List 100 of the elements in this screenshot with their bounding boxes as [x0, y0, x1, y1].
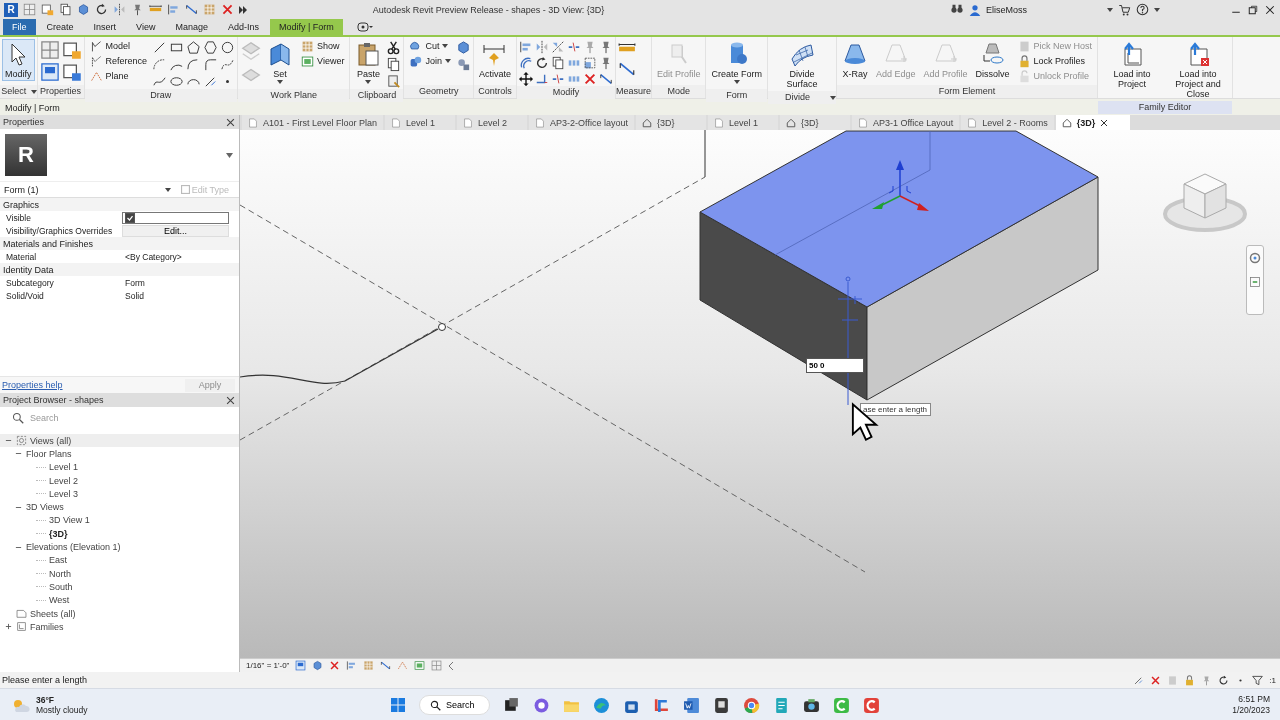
copy-icon[interactable] — [59, 3, 72, 16]
edit-button[interactable]: Edit... — [122, 224, 229, 237]
tool-button[interactable]: Model — [86, 39, 151, 53]
document-tab[interactable]: Level 1 — [707, 115, 778, 130]
window-icon[interactable] — [39, 62, 60, 82]
table-icon[interactable] — [23, 3, 36, 16]
copy-icon[interactable] — [386, 57, 402, 72]
circle-icon[interactable] — [220, 40, 236, 55]
close-icon[interactable] — [1264, 3, 1276, 16]
rotate-icon[interactable] — [1218, 674, 1230, 686]
rotate-icon[interactable] — [534, 56, 549, 70]
trim-icon[interactable] — [534, 72, 549, 86]
restore-icon[interactable] — [1247, 3, 1259, 16]
scroll-left-icon[interactable] — [448, 661, 455, 670]
ribbon-tab[interactable]: Create — [37, 19, 83, 35]
more-icon[interactable] — [239, 5, 247, 14]
binoculars-icon[interactable] — [950, 3, 964, 16]
fillet-arc-icon[interactable] — [203, 57, 219, 72]
tree-item[interactable]: Families — [30, 621, 64, 632]
polygon-icon[interactable] — [186, 40, 202, 55]
dimension-icon[interactable] — [380, 660, 392, 671]
tool-button[interactable]: X-Ray — [839, 39, 871, 81]
chat-icon[interactable] — [532, 696, 550, 714]
tree-item[interactable]: Floor Plans — [26, 448, 72, 459]
polygon-icon[interactable] — [203, 40, 219, 55]
tree-item[interactable]: Sheets (all) — [30, 608, 76, 619]
ribbon-tab[interactable]: File — [3, 19, 36, 35]
filter-icon[interactable] — [1252, 674, 1264, 686]
tool-button[interactable]: Create Form — [708, 39, 765, 89]
tree-item[interactable]: Level 1 — [49, 462, 79, 473]
split-icon[interactable] — [550, 72, 565, 86]
document-tab[interactable]: A101 - First Level Floor Plan — [242, 115, 384, 130]
mirror-icon[interactable] — [550, 40, 565, 54]
ribbon-tab[interactable]: Modify | Form — [269, 19, 343, 35]
view-switch-icon[interactable] — [356, 22, 373, 32]
document-tab[interactable]: {3D} — [779, 115, 850, 130]
tool-button[interactable]: Cut — [406, 39, 454, 53]
tool-button[interactable]: Modify — [2, 39, 35, 81]
close-icon[interactable] — [226, 395, 235, 405]
view-scale[interactable]: 1/16" = 1'-0" — [246, 661, 290, 670]
delete-icon[interactable] — [1150, 674, 1162, 686]
length-input[interactable]: 50 0 — [806, 358, 864, 373]
close-icon[interactable] — [226, 117, 235, 127]
help-icon[interactable] — [1136, 3, 1149, 16]
app-icon[interactable] — [712, 696, 730, 714]
tree-item[interactable]: Level 3 — [49, 488, 79, 499]
browser-icon[interactable] — [592, 696, 610, 714]
tool-button[interactable]: Activate — [475, 39, 514, 81]
scissors-icon[interactable] — [386, 40, 402, 55]
expand-icon[interactable] — [5, 623, 12, 631]
tree-item[interactable]: 3D View 1 — [49, 515, 90, 526]
zoom-icon[interactable] — [1249, 276, 1261, 288]
help-link[interactable]: Properties help — [2, 380, 63, 390]
ribbon-tab[interactable]: Add-Ins — [218, 19, 268, 35]
camera-app-icon[interactable] — [802, 696, 820, 714]
search-field[interactable]: Search — [30, 413, 180, 423]
search-button[interactable]: Search — [419, 695, 490, 715]
tool-button[interactable]: Paste — [352, 39, 385, 89]
steering-wheel-icon[interactable] — [1249, 252, 1261, 264]
split-icon[interactable] — [566, 40, 581, 54]
ribbon-tab[interactable]: Insert — [84, 19, 126, 35]
dimension-icon[interactable] — [598, 72, 613, 86]
dropdown-icon[interactable] — [226, 152, 233, 158]
tool-button[interactable]: Reference — [86, 54, 151, 68]
ellipse-icon[interactable] — [169, 74, 185, 89]
lock-icon[interactable] — [1184, 674, 1196, 686]
chrome-icon[interactable] — [742, 696, 760, 714]
tool-button[interactable]: Plane — [86, 69, 151, 83]
document-tab[interactable]: AP3-2-Office layout — [529, 115, 634, 130]
mirror-icon[interactable] — [113, 3, 126, 16]
delete-icon[interactable] — [582, 72, 597, 86]
cart-icon[interactable] — [1118, 3, 1131, 16]
rotate-icon[interactable] — [95, 3, 108, 16]
tree-item[interactable]: East — [49, 555, 67, 566]
document-tab[interactable]: {3D} — [1055, 115, 1130, 130]
ribbon-tab[interactable]: View — [127, 19, 165, 35]
tree-item[interactable]: {3D} — [49, 528, 68, 539]
tool-button[interactable]: Set — [264, 39, 297, 89]
dimension-icon[interactable] — [185, 3, 198, 16]
copy-icon[interactable] — [550, 56, 565, 70]
windows-logo-icon[interactable] — [390, 697, 406, 713]
snipping-tool-icon[interactable] — [652, 696, 670, 714]
cube-icon[interactable] — [455, 40, 471, 55]
checkbox[interactable] — [125, 212, 135, 223]
ribbon-tab[interactable]: Manage — [166, 19, 217, 35]
align-icon[interactable] — [346, 660, 358, 671]
paint-brush-icon[interactable] — [386, 74, 402, 89]
user-icon[interactable] — [969, 3, 981, 16]
tree-item[interactable]: Views (all) — [30, 435, 72, 446]
scale-icon[interactable] — [582, 56, 597, 70]
cube-icon[interactable] — [77, 3, 90, 16]
folder-icon[interactable] — [41, 3, 54, 16]
tree-item[interactable]: Elevations (Elevation 1) — [26, 542, 121, 552]
tool-button[interactable]: Show — [298, 39, 348, 53]
tool-button[interactable]: Lock Profiles — [1014, 54, 1096, 68]
tree-item[interactable]: 3D Views — [26, 502, 64, 513]
window-icon[interactable] — [295, 660, 307, 671]
shapes-icon[interactable] — [455, 57, 471, 72]
document-tab[interactable]: Level 2 — [457, 115, 528, 130]
tool-button[interactable]: Load into Project — [1100, 39, 1165, 91]
